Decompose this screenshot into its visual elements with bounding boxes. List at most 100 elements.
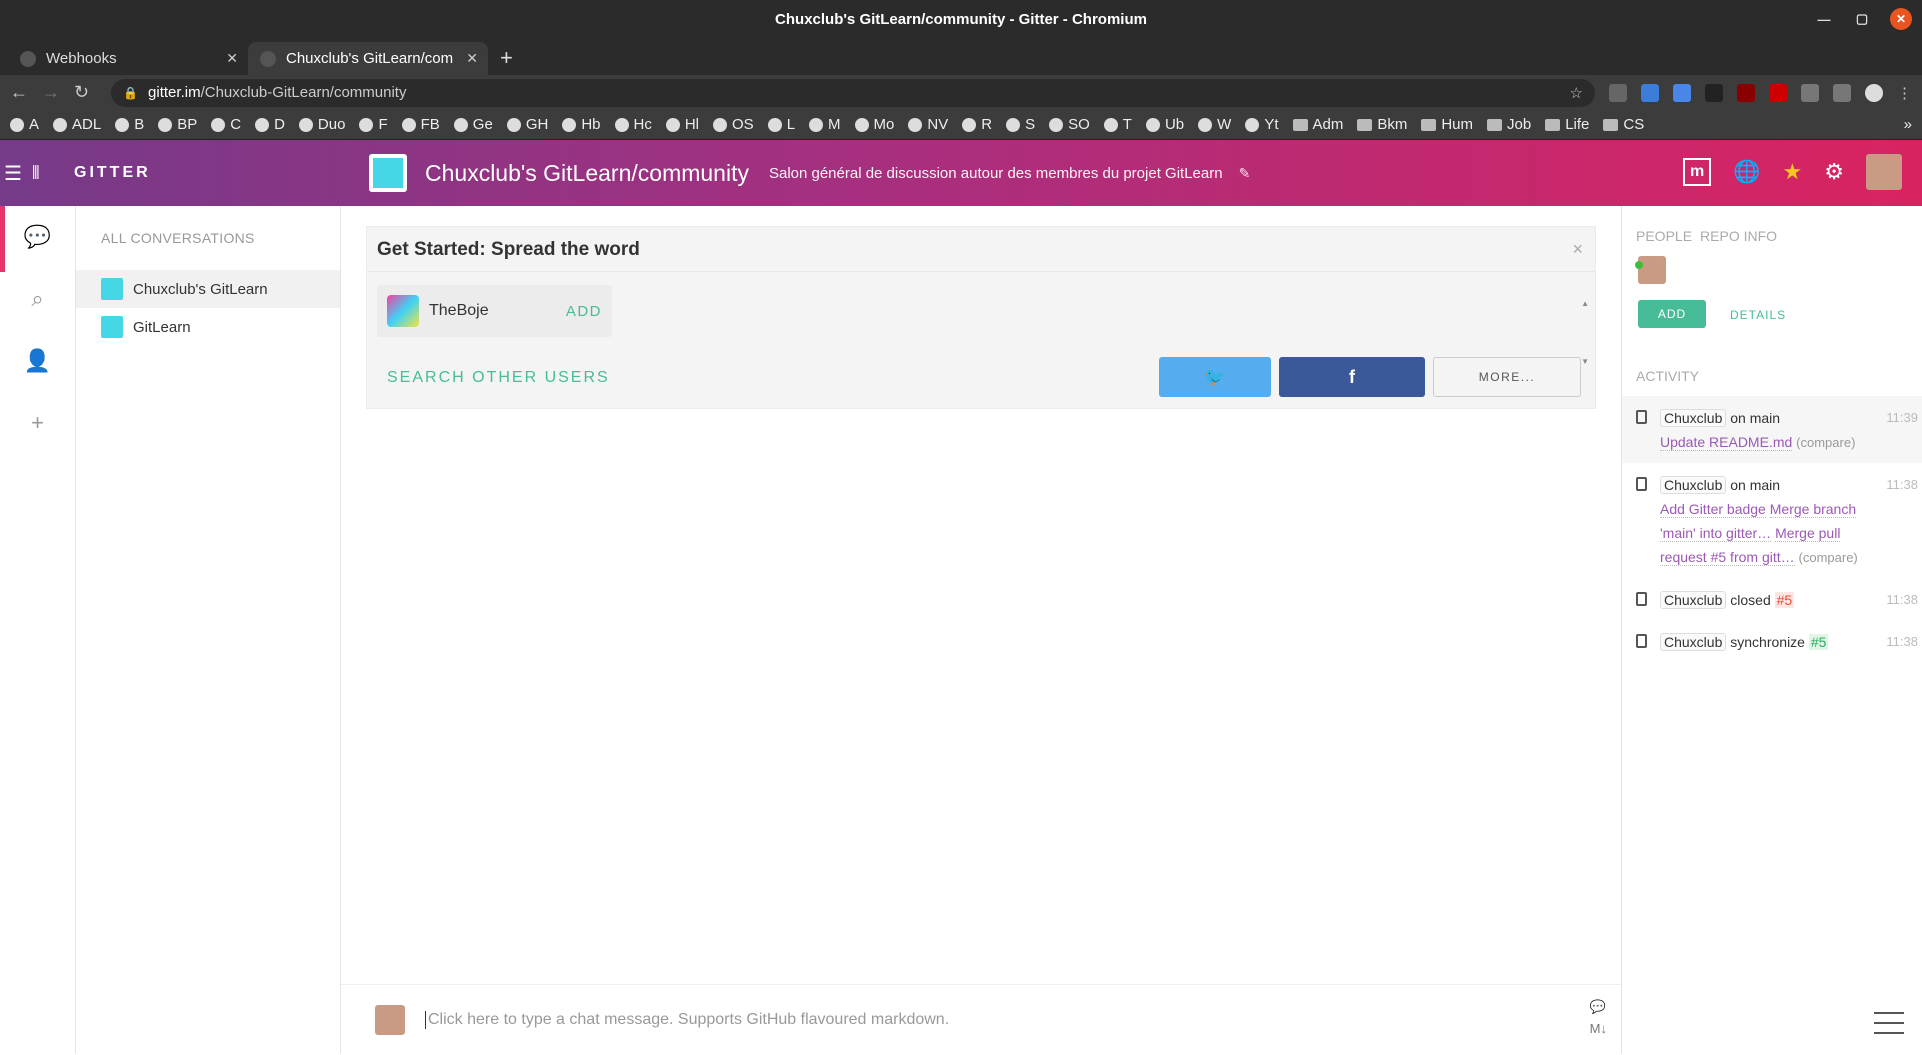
new-tab-button[interactable]: + [488,45,525,75]
extension-icon[interactable] [1641,83,1659,102]
bookmark-item[interactable]: Ub [1145,116,1184,133]
bookmark-item[interactable]: T [1103,116,1132,133]
close-tab-icon[interactable]: ✕ [466,50,478,67]
conversations-icon[interactable]: 💬 [24,224,51,250]
bookmark-item[interactable]: F [359,116,388,133]
compare-link[interactable]: (compare) [1799,550,1858,565]
bookmark-item[interactable]: Ge [453,116,493,133]
media-icon[interactable] [1833,83,1851,102]
facebook-share-button[interactable]: f [1279,357,1425,397]
activity-user[interactable]: Chuxclub [1660,633,1727,651]
room-item[interactable]: GitLearn [76,308,340,346]
close-icon[interactable]: × [1572,239,1583,260]
activity-user[interactable]: Chuxclub [1660,591,1727,609]
gitter-menu[interactable]: ☰ ⫴ [0,161,62,186]
matrix-icon[interactable]: m [1683,158,1712,186]
bookmark-item[interactable]: Duo [298,116,345,133]
compare-link[interactable]: (compare) [1796,435,1855,450]
pull-request-link[interactable]: #5 [1808,634,1829,650]
activity-user[interactable]: Chuxclub [1660,476,1727,494]
profile-icon[interactable] [1865,83,1883,102]
bookmark-item[interactable]: Bkm [1357,116,1407,133]
extension-icon[interactable] [1609,83,1627,102]
close-tab-icon[interactable]: ✕ [226,50,238,67]
bookmark-item[interactable]: S [1006,116,1035,133]
extension-icon[interactable] [1769,83,1787,102]
puzzle-icon[interactable] [1801,83,1819,102]
bookmark-item[interactable]: Job [1487,116,1531,133]
chat-mode-icon[interactable]: 💬 [1590,999,1607,1015]
reload-icon[interactable]: ↻ [74,82,89,103]
bookmark-label: ADL [72,116,102,133]
room-item[interactable]: Chuxclub's GitLearn [76,270,340,308]
bookmark-star-icon[interactable]: ☆ [1570,84,1583,102]
settings-sliders-icon[interactable]: ⚙ [1824,159,1844,185]
commit-link[interactable]: Update README.md [1660,434,1793,451]
back-icon[interactable]: ← [10,82,28,103]
markdown-icon[interactable]: M↓ [1590,1021,1607,1036]
people-icon[interactable]: 👤 [24,348,51,374]
bookmark-item[interactable]: NV [908,116,948,133]
add-icon[interactable]: + [31,410,44,436]
bookmark-item[interactable]: Yt [1245,116,1279,133]
bookmark-item[interactable]: Hum [1421,116,1473,133]
bookmark-item[interactable]: Adm [1292,116,1343,133]
bookmark-label: Hb [581,116,601,133]
minimize-icon[interactable]: — [1814,12,1834,27]
activity-user[interactable]: Chuxclub [1660,409,1727,427]
tab-repo-info[interactable]: REPO INFO [1700,228,1777,244]
bookmark-item[interactable]: D [255,116,285,133]
globe-icon[interactable]: 🌐 [1733,159,1760,185]
chat-input[interactable]: Click here to type a chat message. Suppo… [425,1010,949,1029]
gitter-logo[interactable]: GITTER [62,164,367,182]
chat-composer[interactable]: Click here to type a chat message. Suppo… [341,984,1621,1054]
favourite-star-icon[interactable]: ★ [1783,159,1803,185]
pull-request-link[interactable]: #5 [1774,592,1795,608]
bookmark-item[interactable]: Hc [614,116,652,133]
commit-link[interactable]: Add Gitter badge [1660,501,1766,518]
search-other-users-link[interactable]: SEARCH OTHER USERS [387,369,610,387]
address-bar[interactable]: 🔒 gitter.im/Chuxclub-GitLearn/community … [111,78,1595,107]
member-avatar[interactable] [1638,256,1666,284]
bookmark-item[interactable]: ADL [53,116,101,133]
tab-gitter[interactable]: Chuxclub's GitLearn/com ✕ [248,42,488,75]
edit-topic-icon[interactable]: ✎ [1239,165,1251,182]
bookmark-item[interactable]: CS [1603,116,1644,133]
translate-icon[interactable] [1673,83,1691,102]
more-share-button[interactable]: MORE... [1433,357,1581,397]
user-avatar[interactable] [1866,154,1902,190]
bookmark-item[interactable]: B [115,116,144,133]
ublock-icon[interactable] [1737,83,1755,102]
bookmark-item[interactable]: W [1198,116,1231,133]
hamburger-icon[interactable]: ☰ [4,161,22,186]
twitter-share-button[interactable]: 🐦 [1159,357,1271,397]
bookmark-item[interactable]: A [10,116,39,133]
bookmark-item[interactable]: C [211,116,241,133]
bookmark-item[interactable]: L [767,116,795,133]
bookmarks-overflow-icon[interactable]: » [1904,116,1912,133]
search-icon[interactable]: ⌕ [31,286,43,312]
bookmark-item[interactable]: Mo [854,116,894,133]
bookmark-item[interactable]: Hl [665,116,699,133]
bookmark-item[interactable]: R [962,116,992,133]
add-people-button[interactable]: ADD [1638,300,1706,328]
scroll-arrows[interactable]: ▲ ▼ [1581,275,1589,391]
tab-webhooks[interactable]: Webhooks ✕ [8,42,248,75]
tab-people[interactable]: PEOPLE [1636,228,1692,244]
bookmark-item[interactable]: Life [1545,116,1589,133]
maximize-icon[interactable]: ▢ [1852,11,1872,27]
bookmark-item[interactable]: Hb [562,116,601,133]
close-window-icon[interactable]: ✕ [1890,8,1912,30]
add-user-button[interactable]: ADD [566,303,602,320]
bookmark-item[interactable]: SO [1049,116,1090,133]
menu-dots-icon[interactable]: ⋮ [1897,84,1912,102]
panel-menu-icon[interactable] [1874,1012,1904,1034]
forward-icon[interactable]: → [42,82,60,103]
bookmark-item[interactable]: GH [506,116,548,133]
extension-icon[interactable] [1705,83,1723,102]
bookmark-item[interactable]: M [809,116,841,133]
bookmark-item[interactable]: BP [158,116,197,133]
bookmark-item[interactable]: OS [713,116,754,133]
details-link[interactable]: DETAILS [1730,308,1786,322]
bookmark-item[interactable]: FB [401,116,440,133]
